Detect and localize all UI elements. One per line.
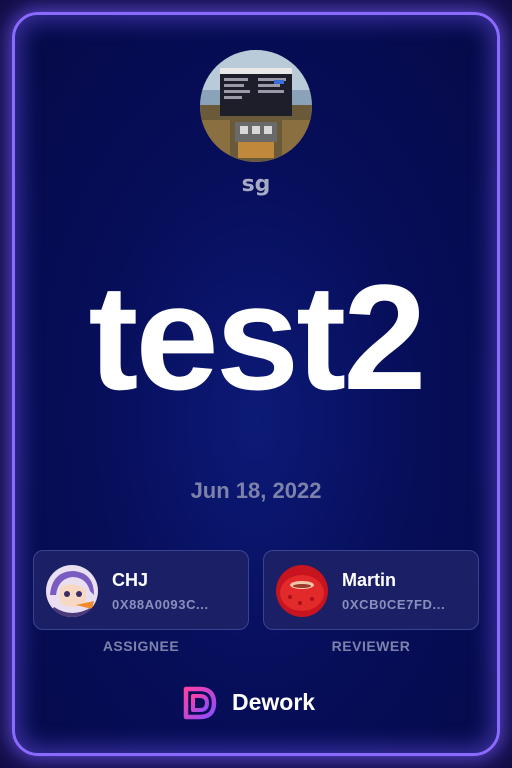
task-date: Jun 18, 2022 [190, 478, 322, 503]
reviewer-avatar [276, 565, 328, 617]
minecraft-scene-avatar-icon [200, 50, 312, 162]
dework-brand[interactable]: Dework [180, 683, 340, 723]
dework-logo-icon [183, 686, 217, 720]
assignee-avatar [46, 565, 98, 617]
assignee-role-label: ASSIGNEE [102, 638, 180, 654]
assignee-address: 0X88A0093C... [112, 597, 209, 612]
organization-name: sg [241, 172, 271, 197]
reviewer-address: 0XCB0CE7FD... [342, 597, 446, 612]
reviewer-card[interactable]: Martin 0XCB0CE7FD... [263, 550, 479, 630]
assignee-name: CHJ [112, 570, 149, 590]
reviewer-name: Martin [342, 570, 396, 590]
dework-brand-name: Dework [232, 689, 316, 715]
reviewer-role-label: REVIEWER [331, 638, 411, 654]
anime-character-avatar-icon [46, 565, 98, 617]
red-object-avatar-icon [276, 565, 328, 617]
organization-avatar [200, 50, 312, 162]
task-title: test2 [88, 253, 426, 421]
assignee-card[interactable]: CHJ 0X88A0093C... [33, 550, 249, 630]
nft-task-card-page: sg test2 Jun 18, 2022 CHJ 0X88A0093C... … [0, 0, 512, 768]
